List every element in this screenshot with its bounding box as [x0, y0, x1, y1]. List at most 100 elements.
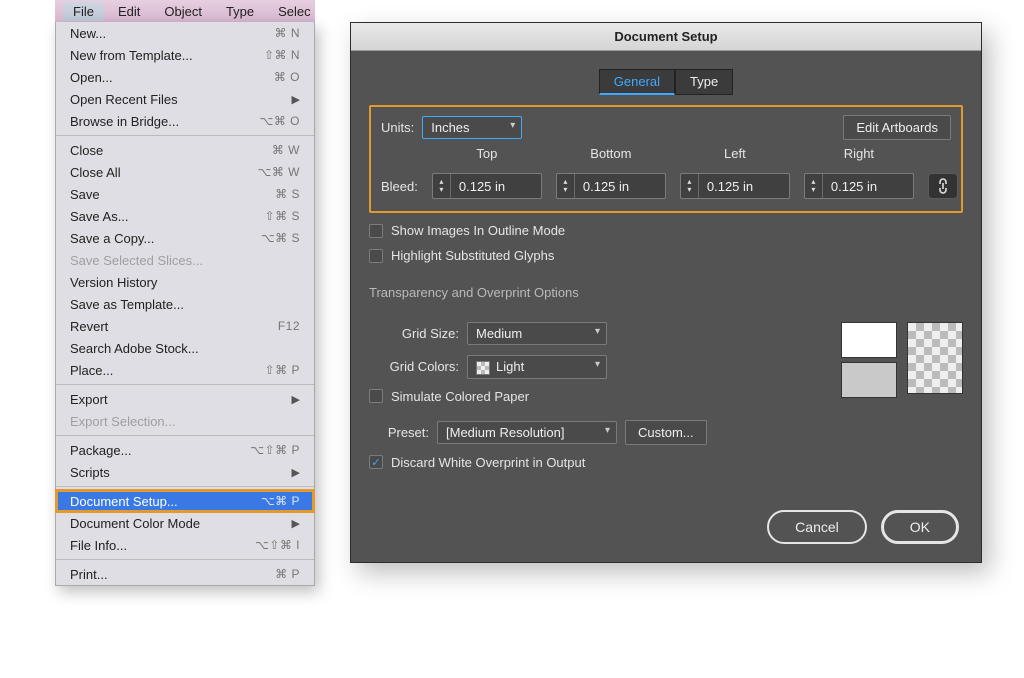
ok-button[interactable]: OK [881, 510, 959, 544]
transparency-heading: Transparency and Overprint Options [369, 285, 963, 300]
menu-item-shortcut: ⌥⌘ W [258, 165, 301, 179]
menu-item-label: Save [70, 187, 100, 202]
stepper-arrows-icon[interactable]: ▴▾ [681, 174, 699, 198]
bleed-left-stepper[interactable]: ▴▾ 0.125 in [680, 173, 790, 199]
menu-item[interactable]: Open Recent Files▶ [56, 88, 314, 110]
menu-separator [56, 135, 314, 136]
menu-item-shortcut: ⌘ S [275, 187, 300, 201]
menu-item-shortcut: ⌥⇧⌘ P [250, 443, 300, 457]
tab-type[interactable]: Type [675, 69, 733, 95]
menu-item[interactable]: Search Adobe Stock... [56, 337, 314, 359]
show-images-outline-checkbox[interactable] [369, 224, 383, 238]
menu-item-shortcut: ⌥⌘ O [260, 114, 301, 128]
grid-size-select[interactable]: Medium▾ [467, 322, 607, 345]
menu-item[interactable]: Place...⇧⌘ P [56, 359, 314, 381]
menu-item-label: Print... [70, 567, 108, 582]
stepper-arrows-icon[interactable]: ▴▾ [557, 174, 575, 198]
grid-colors-select[interactable]: Light▾ [467, 355, 607, 379]
link-bleed-icon[interactable] [928, 173, 958, 199]
file-menu: New...⌘ N New from Template... ⇧⌘ N Open...… [55, 22, 315, 586]
grid-size-label: Grid Size: [369, 326, 459, 341]
menu-item-shortcut: ⌘ N [275, 26, 301, 40]
chevron-down-icon: ▾ [595, 326, 600, 337]
menu-item-label: File Info... [70, 538, 127, 553]
menu-item-shortcut: ⌘ P [275, 567, 300, 581]
menubar-item-type[interactable]: Type [216, 2, 264, 21]
menu-item: Export Selection... [56, 410, 314, 432]
submenu-arrow-icon: ▶ [292, 466, 300, 479]
menu-item-label: Export [70, 392, 108, 407]
menu-item[interactable]: Close All ⌥⌘ W [56, 161, 314, 183]
tab-general[interactable]: General [599, 69, 675, 95]
menubar-item-edit[interactable]: Edit [108, 2, 150, 21]
preset-custom-button[interactable]: Custom... [625, 420, 707, 445]
menu-item-label: Save Selected Slices... [70, 253, 203, 268]
grid-colors-label: Grid Colors: [369, 359, 459, 374]
highlight-glyphs-label: Highlight Substituted Glyphs [391, 248, 554, 263]
preset-select[interactable]: [Medium Resolution]▾ [437, 421, 617, 444]
menu-item[interactable]: Save ⌘ S [56, 183, 314, 205]
paper-color-swatch-2[interactable] [841, 362, 897, 398]
simulate-paper-checkbox[interactable] [369, 389, 383, 403]
bleed-col-right: Right [804, 146, 914, 163]
bleed-right-stepper[interactable]: ▴▾ 0.125 in [804, 173, 914, 199]
bleed-label: Bleed: [381, 179, 418, 194]
menu-item[interactable]: Export▶ [56, 388, 314, 410]
menu-item[interactable]: Open...⌘ O [56, 66, 314, 88]
chevron-down-icon: ▾ [595, 359, 600, 370]
menu-item-label: Browse in Bridge... [70, 114, 179, 129]
menu-separator [56, 435, 314, 436]
app-menubar: File Edit Object Type Selec [55, 0, 315, 22]
stepper-arrows-icon[interactable]: ▴▾ [805, 174, 823, 198]
paper-color-swatch-1[interactable] [841, 322, 897, 358]
menu-item[interactable]: Save a Copy...⌥⌘ S [56, 227, 314, 249]
stepper-arrows-icon[interactable]: ▴▾ [433, 174, 451, 198]
menu-item-shortcut: ⌥⌘ P [261, 494, 300, 508]
menubar-item-object[interactable]: Object [154, 2, 212, 21]
menu-item-label: Save as Template... [70, 297, 184, 312]
menu-item[interactable]: Scripts ▶ [56, 461, 314, 483]
menu-item[interactable]: File Info...⌥⇧⌘ I [56, 534, 314, 556]
bleed-bottom-stepper[interactable]: ▴▾ 0.125 in [556, 173, 666, 199]
menu-item-label: New from Template... [70, 48, 193, 63]
menu-item[interactable]: RevertF12 [56, 315, 314, 337]
menubar-item-file[interactable]: File [63, 2, 104, 21]
bleed-left-value: 0.125 in [699, 179, 761, 194]
discard-overprint-label: Discard White Overprint in Output [391, 455, 585, 470]
menu-item-label: Open Recent Files [70, 92, 178, 107]
menubar-item-select[interactable]: Selec [268, 2, 321, 21]
menu-item-label: Save a Copy... [70, 231, 154, 246]
menu-item[interactable]: Save As...⇧⌘ S [56, 205, 314, 227]
menu-item[interactable]: New...⌘ N [56, 22, 314, 44]
cancel-button[interactable]: Cancel [767, 510, 867, 544]
menu-item-shortcut: ⌘ W [272, 143, 300, 157]
units-bleed-group: Units: Inches ▾ Edit Artboards Top Botto… [369, 105, 963, 213]
menu-item[interactable]: Document Color Mode▶ [56, 512, 314, 534]
menu-item-label: Close All [70, 165, 121, 180]
bleed-top-stepper[interactable]: ▴▾ 0.125 in [432, 173, 542, 199]
bleed-col-bottom: Bottom [556, 146, 666, 163]
menu-item[interactable]: Package...⌥⇧⌘ P [56, 439, 314, 461]
transparency-grid-preview [907, 322, 963, 394]
menu-item-label: Export Selection... [70, 414, 176, 429]
units-label: Units: [381, 120, 414, 135]
document-setup-dialog: Document Setup General Type Units: Inche… [350, 22, 982, 563]
units-select[interactable]: Inches ▾ [422, 116, 522, 139]
menu-item[interactable]: Browse in Bridge... ⌥⌘ O [56, 110, 314, 132]
menu-separator [56, 486, 314, 487]
bleed-right-value: 0.125 in [823, 179, 885, 194]
menu-item-label: Document Color Mode [70, 516, 200, 531]
menu-item-shortcut: ⇧⌘ N [264, 48, 300, 62]
menu-item[interactable]: Print... ⌘ P [56, 563, 314, 585]
checker-icon [476, 361, 490, 375]
edit-artboards-button[interactable]: Edit Artboards [843, 115, 951, 140]
menu-item[interactable]: New from Template... ⇧⌘ N [56, 44, 314, 66]
menu-item-label: Scripts [70, 465, 110, 480]
menu-item[interactable]: Close⌘ W [56, 139, 314, 161]
menu-item[interactable]: Save as Template... [56, 293, 314, 315]
highlight-glyphs-checkbox[interactable] [369, 249, 383, 263]
discard-overprint-checkbox[interactable]: ✓ [369, 455, 383, 469]
units-value: Inches [431, 120, 469, 135]
menu-item[interactable]: Document Setup...⌥⌘ P [56, 490, 314, 512]
menu-item[interactable]: Version History [56, 271, 314, 293]
